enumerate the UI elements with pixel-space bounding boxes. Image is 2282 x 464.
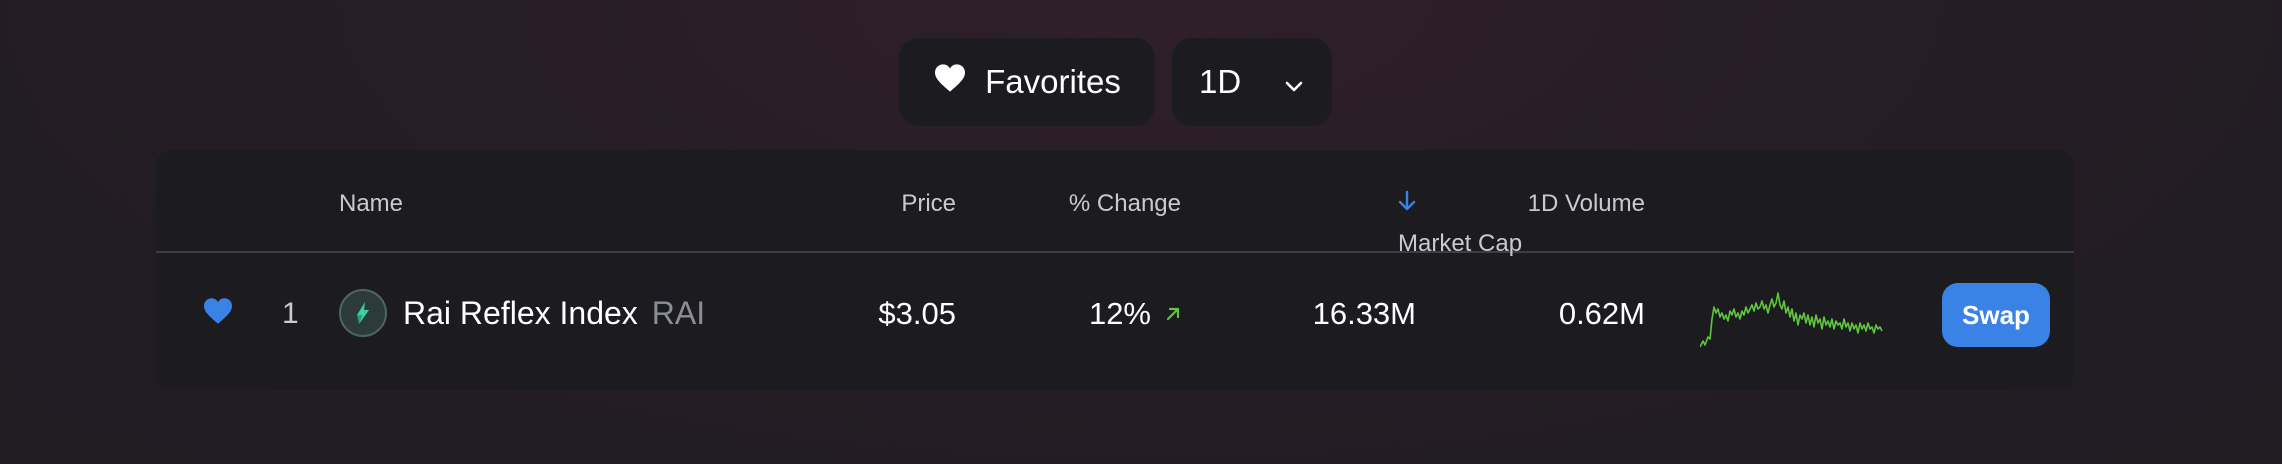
arrow-down-icon	[1398, 190, 1416, 211]
volume-value: 0.62M	[1558, 296, 1645, 331]
token-name-cell[interactable]: Rai Reflex Index RAI	[403, 295, 705, 332]
favorite-heart-icon[interactable]	[202, 297, 234, 330]
column-header-price[interactable]: Price	[901, 190, 956, 218]
table-row[interactable]: 1 Rai Reflex Index RAI $3.05 12% 16.33M 0…	[156, 253, 2074, 388]
price-sparkline	[1699, 279, 1885, 356]
rai-token-logo-icon	[339, 289, 387, 337]
token-table: Name Price % Change Market Cap 1D Volume…	[156, 150, 2074, 390]
token-rank: 1	[282, 297, 299, 330]
column-header-change[interactable]: % Change	[1069, 190, 1181, 218]
table-controls: Favorites 1D	[899, 38, 1332, 126]
favorites-label: Favorites	[985, 63, 1121, 100]
market-cap-value: 16.33M	[1312, 296, 1416, 331]
token-price: $3.05	[878, 296, 956, 331]
column-header-market-cap[interactable]: Market Cap	[1398, 190, 1522, 257]
chevron-down-icon	[1284, 63, 1304, 101]
price-change-value: 12%	[1088, 296, 1151, 331]
price-change: 12%	[1089, 296, 1181, 332]
token-symbol: RAI	[651, 295, 706, 331]
favorites-button[interactable]: Favorites	[899, 38, 1155, 126]
time-period-dropdown[interactable]: 1D	[1172, 38, 1332, 126]
swap-button[interactable]: Swap	[1942, 283, 2050, 347]
table-header: Name Price % Change Market Cap 1D Volume	[156, 150, 2074, 257]
column-header-volume[interactable]: 1D Volume	[1528, 190, 1645, 218]
time-period-value: 1D	[1199, 63, 1242, 100]
arrow-up-right-icon	[1166, 307, 1180, 321]
heart-icon	[933, 63, 967, 101]
token-name: Rai Reflex Index	[403, 295, 638, 331]
column-header-name[interactable]: Name	[339, 190, 403, 218]
